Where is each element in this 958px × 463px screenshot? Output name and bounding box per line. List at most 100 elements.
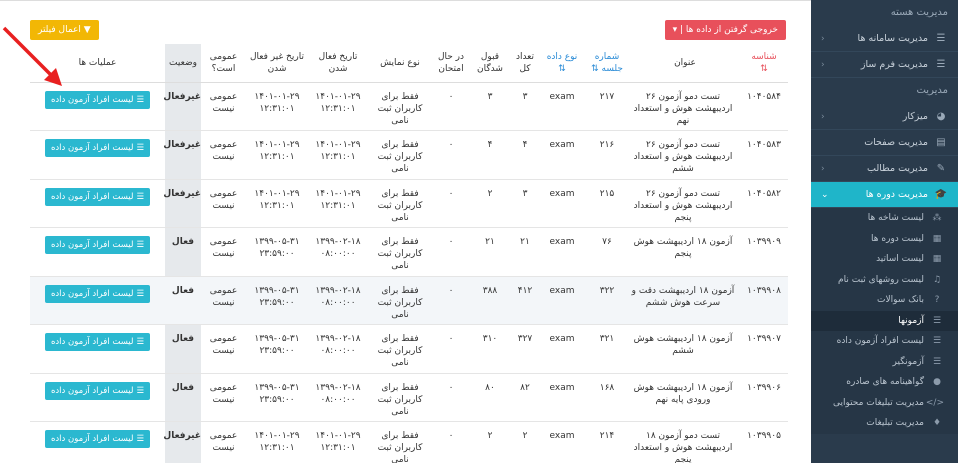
submenu-item-1[interactable]: ▦ لیست دوره ها: [811, 229, 958, 250]
button-label: لیست افراد آزمون داده: [50, 337, 134, 347]
col-type[interactable]: نوع داده ⇅: [540, 44, 584, 83]
sidebar-item-core-0[interactable]: ☰ مدیریت سامانه ها ‹: [811, 26, 958, 52]
submenu-icon: ▦: [932, 233, 942, 244]
cell-public: عمومی نیست: [201, 276, 246, 325]
list-exam-takers-button[interactable]: ☰لیست افراد آزمون داده: [44, 187, 151, 206]
submenu-label: آزمونها: [898, 315, 924, 326]
col-id[interactable]: شناسه ⇅: [740, 44, 788, 83]
cell-accepted: ۲: [470, 179, 510, 228]
col-session[interactable]: شماره جلسه ⇅: [584, 44, 630, 83]
cell-in-exam: ۰: [432, 276, 470, 325]
col-public: عمومی است؟: [201, 44, 246, 83]
list-icon: ☰: [136, 434, 145, 444]
submenu-item-4[interactable]: ? بانک سوالات: [811, 290, 958, 311]
menu-icon: ✎: [936, 163, 946, 174]
sidebar-item-mgmt-1[interactable]: ▤ مدیریت صفحات: [811, 130, 958, 156]
sidebar-item-mgmt-3[interactable]: 🎓 مدیریت دوره ها ⌄: [811, 182, 958, 208]
col-title: عنوان: [630, 44, 740, 83]
cell-id: ۱۰۴۰۵۸۲: [740, 179, 788, 228]
cell-status: فعال: [165, 227, 201, 277]
sort-icon[interactable]: ⇅: [760, 64, 768, 74]
cell-display-type: فقط برای کاربران ثبت نامی: [368, 373, 432, 422]
cell-in-exam: ۰: [432, 82, 470, 131]
table-row: ۱۰۳۹۹۰۶ آزمون ۱۸ اردیبهشت هوش ورودی پایه …: [30, 373, 788, 422]
submenu-item-9[interactable]: </> مدیریت تبلیغات محتوایی: [811, 393, 958, 414]
top-divider: [0, 0, 811, 1]
cell-in-exam: ۰: [432, 227, 470, 277]
list-exam-takers-button[interactable]: ☰لیست افراد آزمون داده: [44, 333, 151, 351]
cell-id: ۱۰۳۹۹۰۶: [740, 373, 788, 422]
cell-id: ۱۰۳۹۹۰۵: [740, 421, 788, 463]
cell-id: ۱۰۴۰۵۸۳: [740, 130, 788, 180]
list-icon: ☰: [136, 240, 145, 250]
cell-total: ۳: [510, 179, 540, 228]
cell-status: فعال: [165, 373, 201, 422]
menu-icon: ☰: [936, 33, 946, 44]
button-label: لیست افراد آزمون داده: [50, 288, 134, 299]
sort-icon[interactable]: ⇅: [591, 64, 599, 74]
cell-inactive-date: ۱۳۹۹-۰۵-۳۱ ۲۳:۵۹:۰۰: [246, 324, 308, 374]
sidebar-item-label: مدیریت سامانه ها: [857, 33, 928, 44]
export-data-button[interactable]: خروجی گرفتن از داده ها | ▾: [664, 20, 786, 40]
cell-in-exam: ۰: [432, 421, 470, 463]
cell-total: ۲۱: [510, 227, 540, 277]
list-icon: ☰: [136, 143, 145, 153]
cell-type: exam: [540, 179, 584, 228]
list-exam-takers-button[interactable]: ☰لیست افراد آزمون داده: [44, 381, 151, 400]
col-accepted: قبول شدگان: [470, 44, 510, 83]
cell-status: غیرفعال: [163, 82, 201, 131]
cell-inactive-date: ۱۴۰۱-۰۱-۲۹ ۱۲:۳۱:۰۱: [246, 130, 308, 180]
cell-accepted: ۳۸۸: [470, 276, 510, 325]
cell-session: ۳۲۲: [584, 276, 630, 325]
list-exam-takers-button[interactable]: ☰لیست افراد آزمون داده: [44, 430, 151, 448]
chevron-left-icon: ‹: [821, 163, 825, 174]
sidebar-item-core-1[interactable]: ☰ مدیریت فرم ساز ‹: [811, 52, 958, 78]
cell-operations: ☰لیست افراد آزمون داده: [30, 373, 165, 422]
cell-status: فعال: [165, 276, 201, 325]
list-exam-takers-button[interactable]: ☰لیست افراد آزمون داده: [44, 236, 151, 254]
cell-inactive-date: ۱۴۰۱-۰۱-۲۹ ۱۲:۳۱:۰۱: [246, 179, 308, 228]
sort-icon[interactable]: ⇅: [558, 64, 566, 74]
submenu-label: مدیریت تبلیغات: [866, 418, 924, 429]
cell-id: ۱۰۳۹۹۰۷: [740, 324, 788, 374]
cell-public: عمومی نیست: [201, 324, 246, 374]
sidebar-item-mgmt-0[interactable]: ◕ میزکار ‹: [811, 104, 958, 130]
list-exam-takers-button[interactable]: ☰لیست افراد آزمون داده: [44, 139, 151, 157]
cell-status: غیرفعال: [163, 179, 201, 228]
cell-public: عمومی نیست: [201, 373, 246, 422]
sidebar-item-label: مدیریت مطالب: [867, 163, 928, 174]
cell-accepted: ۲۱: [470, 227, 510, 277]
submenu-item-6[interactable]: ☰ لیست افراد آزمون داده: [811, 331, 958, 352]
cell-status: غیرفعال: [163, 130, 201, 180]
sidebar-item-mgmt-2[interactable]: ✎ مدیریت مطالب ‹: [811, 156, 958, 182]
submenu-label: لیست دوره ها: [871, 233, 924, 244]
cell-inactive-date: ۱۳۹۹-۰۵-۳۱ ۲۳:۵۹:۰۰: [246, 373, 308, 422]
submenu-label: گواهینامه های صادره: [846, 377, 924, 388]
cell-status: فعال: [165, 324, 201, 374]
submenu-item-3[interactable]: ♫ لیست روشهای ثبت نام: [811, 270, 958, 291]
sidebar-item-label: مدیریت صفحات: [864, 137, 928, 148]
exams-table: شناسه ⇅ عنوان شماره جلسه ⇅ نوع داده ⇅ تعدا…: [30, 44, 788, 463]
cell-type: exam: [540, 227, 584, 277]
submenu-item-7[interactable]: ☰ آزمونگیر: [811, 352, 958, 373]
submenu-item-5[interactable]: ☰ آزمونها: [811, 310, 958, 331]
cell-title: آزمون ۱۸ اردیبهشت هوش ورودی پایه نهم: [630, 373, 740, 422]
cell-title: تست دمو آزمون ۱۸ اردیبهشت هوش و استعداد …: [630, 421, 740, 463]
submenu-item-10[interactable]: ♦ مدیریت تبلیغات: [811, 413, 958, 434]
cell-title: آزمون ۱۸ اردیبهشت هوش ششم: [630, 324, 740, 374]
submenu-label: لیست روشهای ثبت نام: [838, 274, 924, 285]
cell-active-date: ۱۴۰۱-۰۱-۲۹ ۱۲:۳۱:۰۱: [308, 179, 368, 228]
red-arrow-annotation: [2, 26, 62, 86]
submenu-item-2[interactable]: ▦ لیست اساتید: [811, 249, 958, 270]
cell-title: تست دمو آزمون ۲۶ اردیبهشت هوش و استعداد …: [630, 179, 740, 228]
col-status: وضعیت: [165, 44, 201, 83]
submenu-icon: ▦: [932, 254, 942, 265]
submenu-item-0[interactable]: ⁂ لیست شاخه ها: [811, 208, 958, 229]
submenu-label: آزمونگیر: [892, 356, 924, 367]
cell-inactive-date: ۱۴۰۱-۰۱-۲۹ ۱۲:۳۱:۰۱: [246, 82, 308, 131]
submenu-item-8[interactable]: ● گواهینامه های صادره: [811, 372, 958, 393]
cell-session: ۲۱۴: [584, 421, 630, 463]
cell-operations: ☰لیست افراد آزمون داده: [30, 324, 165, 374]
menu-icon: ☰: [936, 59, 946, 70]
list-exam-takers-button[interactable]: ☰لیست افراد آزمون داده: [44, 284, 151, 303]
